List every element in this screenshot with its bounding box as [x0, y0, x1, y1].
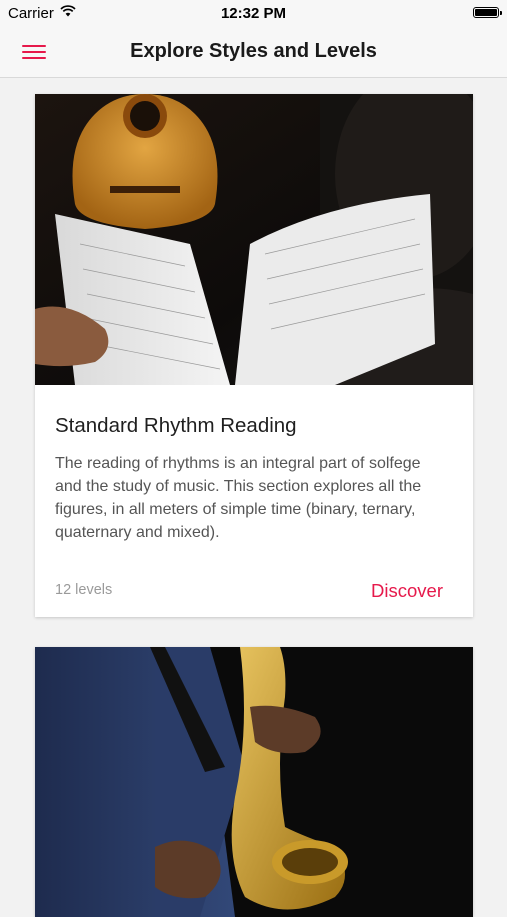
battery-icon [473, 7, 502, 18]
page-title: Explore Styles and Levels [130, 40, 377, 62]
discover-button[interactable]: Discover [371, 580, 443, 602]
status-time: 12:32 PM [220, 5, 287, 22]
hamburger-menu-icon[interactable] [18, 40, 50, 64]
navigation-bar: Explore Styles and Levels [0, 26, 507, 78]
level-card-saxophone[interactable] [35, 647, 473, 917]
level-card-rhythm-reading[interactable]: Standard Rhythm Reading The reading of r… [35, 94, 473, 617]
levels-count: 12 levels [55, 582, 113, 598]
card-title: Standard Rhythm Reading [55, 414, 297, 437]
status-bar: Carrier 12:32 PM [0, 0, 507, 26]
sheet-music-image [35, 94, 473, 385]
saxophone-image [35, 647, 473, 917]
card-description: The reading of rhythms is an integral pa… [55, 455, 422, 541]
